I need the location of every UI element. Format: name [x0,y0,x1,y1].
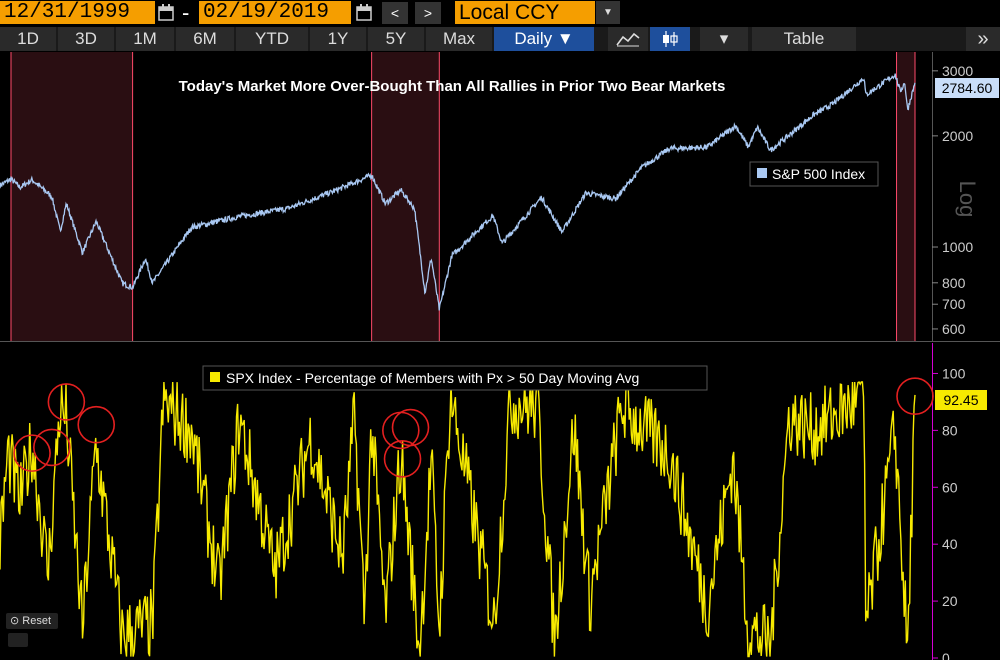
top-y-tick-label: 800 [942,275,966,291]
bear-market-shading [10,52,916,341]
reset-button[interactable]: ⊙ Reset [6,613,58,629]
line-chart-icon [616,32,640,47]
chart-area: 600 700 800 1000 2000 3000 0 20 40 60 80 100 Log T… [0,52,1000,660]
breadth-line [0,380,916,658]
currency-select[interactable]: Local CCY [455,1,595,24]
legend-spx: S&P 500 Index [749,161,879,187]
tab-1d[interactable]: 1D [0,27,56,51]
date-separator: - [182,0,190,25]
top-y-tick-label: 3000 [942,63,973,79]
end-date-field[interactable]: 02/19/2019 [199,1,351,24]
start-calendar-icon[interactable] [158,4,174,21]
toolbar: 12/31/1999 - 02/19/2019 < > Local CCY ▼ [0,0,1000,26]
legend-spx-label: S&P 500 Index [772,166,865,182]
candlestick-icon [663,31,678,47]
daily-frequency-select[interactable]: Daily ▼ [494,27,594,51]
top-y-tick-label: 1000 [942,239,973,255]
chart-title: Today's Market More Over-Bought Than All… [179,78,726,95]
end-calendar-icon[interactable] [356,4,372,21]
start-date-field[interactable]: 12/31/1999 [0,1,155,24]
legend-breadth: SPX Index - Percentage of Members with P… [202,365,708,391]
bottom-y-tick-label: 100 [942,365,966,381]
legend-breadth-label: SPX Index - Percentage of Members with P… [226,370,639,386]
next-period-button[interactable]: > [415,2,441,24]
spx-line [0,73,916,311]
spx-last-value-badge: 2784.60 [935,78,999,98]
chart-options-dropdown[interactable]: ▾ [700,27,748,51]
tab-ytd[interactable]: YTD [236,27,308,51]
period-tabbar: 1D 3D 1M 6M YTD 1Y 5Y Max Daily ▼ ▾ Tabl… [0,27,1000,51]
tab-max[interactable]: Max [426,27,492,51]
line-chart-type-button[interactable] [608,27,648,51]
spx-last-value: 2784.60 [942,80,993,96]
tab-1y[interactable]: 1Y [310,27,366,51]
breadth-last-value: 92.45 [943,392,978,408]
tab-1m[interactable]: 1M [116,27,174,51]
bottom-y-tick-label: 40 [942,536,958,552]
bottom-y-tick-label: 0 [942,650,950,660]
expand-toolbar-button[interactable]: » [966,27,1000,51]
top-y-tick-label: 600 [942,321,966,337]
top-y-tick-label: 2000 [942,128,973,144]
tab-3d[interactable]: 3D [58,27,114,51]
top-y-tick-label: 700 [942,296,966,312]
bottom-y-tick-label: 20 [942,593,958,609]
tab-6m[interactable]: 6M [176,27,234,51]
tab-5y[interactable]: 5Y [368,27,424,51]
rally-circle-4 [77,405,116,444]
reset-label: Reset [22,615,52,627]
reset-icon: ⊙ [10,615,20,627]
bottom-y-tick-label: 60 [942,479,958,495]
candlestick-chart-type-button[interactable] [650,27,690,51]
rally-highlight-circles [13,377,934,478]
bottom-y-tick-label: 80 [942,422,958,438]
bear-market-1 [10,52,133,341]
table-view-button[interactable]: Table [752,27,856,51]
prev-period-button[interactable]: < [382,2,408,24]
currency-dropdown-icon[interactable]: ▼ [596,1,620,24]
log-scale-label[interactable]: Log [955,181,980,218]
mini-chart-toggle-icon[interactable] [8,633,28,647]
rally-circle-2 [33,428,71,467]
breadth-last-value-badge: 92.45 [935,390,987,410]
